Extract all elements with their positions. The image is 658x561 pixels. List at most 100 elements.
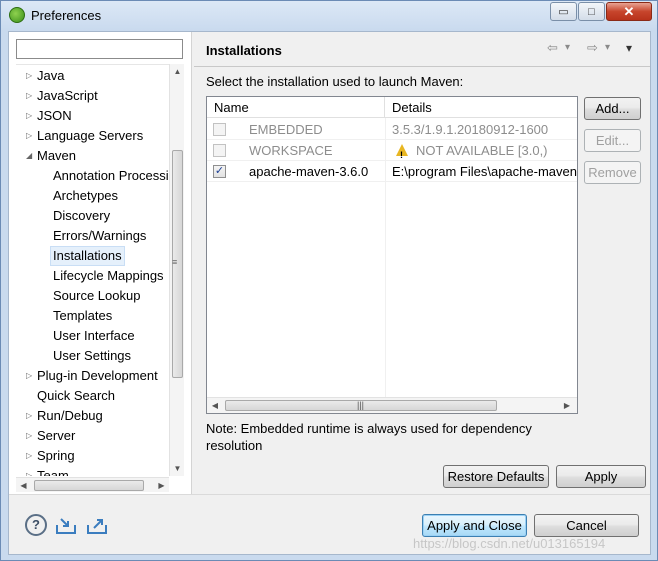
tree-horizontal-scrollbar[interactable]: ◀ ▶ <box>16 477 169 492</box>
tree-vertical-scrollbar[interactable]: ▲ ≡ ▼ <box>169 64 184 476</box>
scroll-up-icon[interactable]: ▲ <box>170 64 185 79</box>
back-arrow-icon[interactable]: ⇦ <box>547 40 558 56</box>
tree-item[interactable]: ▷ Language Servers <box>16 126 176 146</box>
import-icon[interactable] <box>55 514 77 536</box>
scroll-thumb[interactable] <box>34 480 144 491</box>
expand-icon[interactable]: ▷ <box>26 446 34 466</box>
tree-item[interactable]: ▷ Plug-in Development <box>16 366 176 386</box>
page-title: Installations <box>206 43 282 58</box>
preference-tree: ▷ Java ▷ JavaScript ▷ JSON ▷ Language Servers ◢ M… <box>16 64 183 476</box>
expand-icon[interactable]: ▷ <box>26 426 34 446</box>
expand-icon[interactable]: ▷ <box>26 406 34 426</box>
watermark-text: https://blog.csdn.net/u013165194 <box>413 536 606 551</box>
table-header: Name Details <box>207 97 577 118</box>
tree-item[interactable]: Discovery <box>16 206 176 226</box>
tree-item[interactable]: Source Lookup <box>16 286 176 306</box>
tree-item-label: User Interface <box>53 328 135 343</box>
expand-icon[interactable]: ▷ <box>26 466 34 476</box>
tree-item-label: Maven <box>37 148 77 163</box>
grip-icon: ||| <box>357 400 365 410</box>
tree-item-label: Language Servers <box>37 128 144 143</box>
back-dropdown-icon[interactable]: ▾ <box>565 42 570 53</box>
scroll-left-icon[interactable]: ◀ <box>207 398 223 414</box>
note-text: Note: Embedded runtime is always used fo… <box>206 421 532 453</box>
tree-item[interactable]: ▷ Java <box>16 66 176 86</box>
details-column-header[interactable]: Details <box>385 97 577 118</box>
table-horizontal-scrollbar[interactable]: ◀ ||| ▶ <box>207 397 577 413</box>
row-checkbox[interactable] <box>213 123 226 136</box>
table-row[interactable]: WORKSPACE! NOT AVAILABLE [3.0,) <box>207 140 577 161</box>
tree-item[interactable]: ▷ JavaScript <box>16 86 176 106</box>
add-button[interactable]: Add... <box>584 97 641 120</box>
tree-item[interactable]: User Settings <box>16 346 176 366</box>
filter-input[interactable] <box>16 39 183 59</box>
expand-icon[interactable]: ▷ <box>26 86 34 106</box>
window-title: Preferences <box>31 8 102 23</box>
tree-item-label: Errors/Warnings <box>53 228 147 243</box>
preference-sidebar: ▷ Java ▷ JavaScript ▷ JSON ▷ Language Servers ◢ M… <box>9 32 192 494</box>
scroll-down-icon[interactable]: ▼ <box>170 461 185 476</box>
maximize-button[interactable]: □ <box>578 2 605 21</box>
close-button[interactable]: ✕ <box>606 2 652 21</box>
forward-dropdown-icon[interactable]: ▾ <box>605 42 610 53</box>
expand-icon[interactable]: ▷ <box>26 106 34 126</box>
tree-item[interactable]: ▷ JSON <box>16 106 176 126</box>
expand-icon[interactable]: ▷ <box>26 66 34 86</box>
installation-details: 3.5.3/1.9.1.20180912-1600 <box>392 122 549 137</box>
grip-icon: ≡ <box>172 257 178 267</box>
installations-page: Installations ⇦ ▾ ⇨ ▾ ▾ Select the insta… <box>194 32 650 494</box>
expand-icon[interactable]: ▷ <box>26 126 34 146</box>
installation-details: ! NOT AVAILABLE [3.0,) <box>392 140 577 161</box>
tree-item[interactable]: ▷ Spring <box>16 446 176 466</box>
tree-item[interactable]: Installations <box>16 246 176 266</box>
row-checkbox[interactable]: ✓ <box>213 165 226 178</box>
tree-item[interactable]: Archetypes <box>16 186 176 206</box>
tree-item-label: User Settings <box>53 348 132 363</box>
collapse-icon[interactable]: ◢ <box>26 146 34 166</box>
tree-item[interactable]: ◢ Maven <box>16 146 176 166</box>
scroll-right-icon[interactable]: ▶ <box>154 478 169 493</box>
restore-defaults-button[interactable]: Restore Defaults <box>443 465 549 488</box>
tree-item-label: Java <box>37 68 65 83</box>
tree-item[interactable]: Templates <box>16 306 176 326</box>
scroll-right-icon[interactable]: ▶ <box>559 398 575 414</box>
tree-item[interactable]: Quick Search <box>16 386 176 406</box>
apply-and-close-button[interactable]: Apply and Close <box>422 514 527 537</box>
tree-item-label: JSON <box>37 108 72 123</box>
tree-item-label: Archetypes <box>53 188 119 203</box>
tree-item-label: Annotation Processing <box>53 168 183 183</box>
tree-item[interactable]: User Interface <box>16 326 176 346</box>
installation-name: apache-maven-3.6.0 <box>249 164 369 179</box>
name-column-header[interactable]: Name <box>207 97 385 118</box>
forward-arrow-icon[interactable]: ⇨ <box>587 40 598 56</box>
dialog-client: ▷ Java ▷ JavaScript ▷ JSON ▷ Language Servers ◢ M… <box>8 31 651 555</box>
scroll-left-icon[interactable]: ◀ <box>16 478 31 493</box>
cancel-button[interactable]: Cancel <box>534 514 639 537</box>
tree-item[interactable]: Lifecycle Mappings <box>16 266 176 286</box>
minimize-button[interactable]: ▭ <box>550 2 577 21</box>
tree-item[interactable]: Errors/Warnings <box>16 226 176 246</box>
row-checkbox[interactable] <box>213 144 226 157</box>
table-row[interactable]: ✓ apache-maven-3.6.0 E:\program Files\apac… <box>207 161 577 182</box>
tree-item[interactable]: Annotation Processing <box>16 166 183 186</box>
tree-item[interactable]: ▷ Server <box>16 426 176 446</box>
view-menu-icon[interactable]: ▾ <box>626 41 632 55</box>
export-icon[interactable] <box>86 514 108 536</box>
tree-item[interactable]: ▷ Team <box>16 466 176 476</box>
expand-icon[interactable]: ▷ <box>26 366 34 386</box>
table-row[interactable]: EMBEDDED 3.5.3/1.9.1.20180912-1600 <box>207 119 577 140</box>
tree-item-label: Team <box>37 468 69 476</box>
tree-item[interactable]: ▷ Run/Debug <box>16 406 176 426</box>
preferences-window: Preferences ▭ □ ✕ ▷ Java ▷ JavaScript ▷ JSON ▷… <box>0 0 658 561</box>
eclipse-logo-icon <box>9 7 25 23</box>
remove-button[interactable]: Remove <box>584 161 641 184</box>
tree-item-label: Templates <box>53 308 113 323</box>
edit-button[interactable]: Edit... <box>584 129 641 152</box>
apply-button[interactable]: Apply <box>556 465 646 488</box>
tree-item-label: Plug-in Development <box>37 368 158 383</box>
help-icon[interactable]: ? <box>25 514 47 536</box>
installations-table: Name Details EMBEDDED 3.5.3/1.9.1.2018091… <box>206 96 578 414</box>
tree-item-label: Server <box>37 428 76 443</box>
description-label: Select the installation used to launch M… <box>206 74 464 89</box>
tree-item-label: Lifecycle Mappings <box>53 268 164 283</box>
